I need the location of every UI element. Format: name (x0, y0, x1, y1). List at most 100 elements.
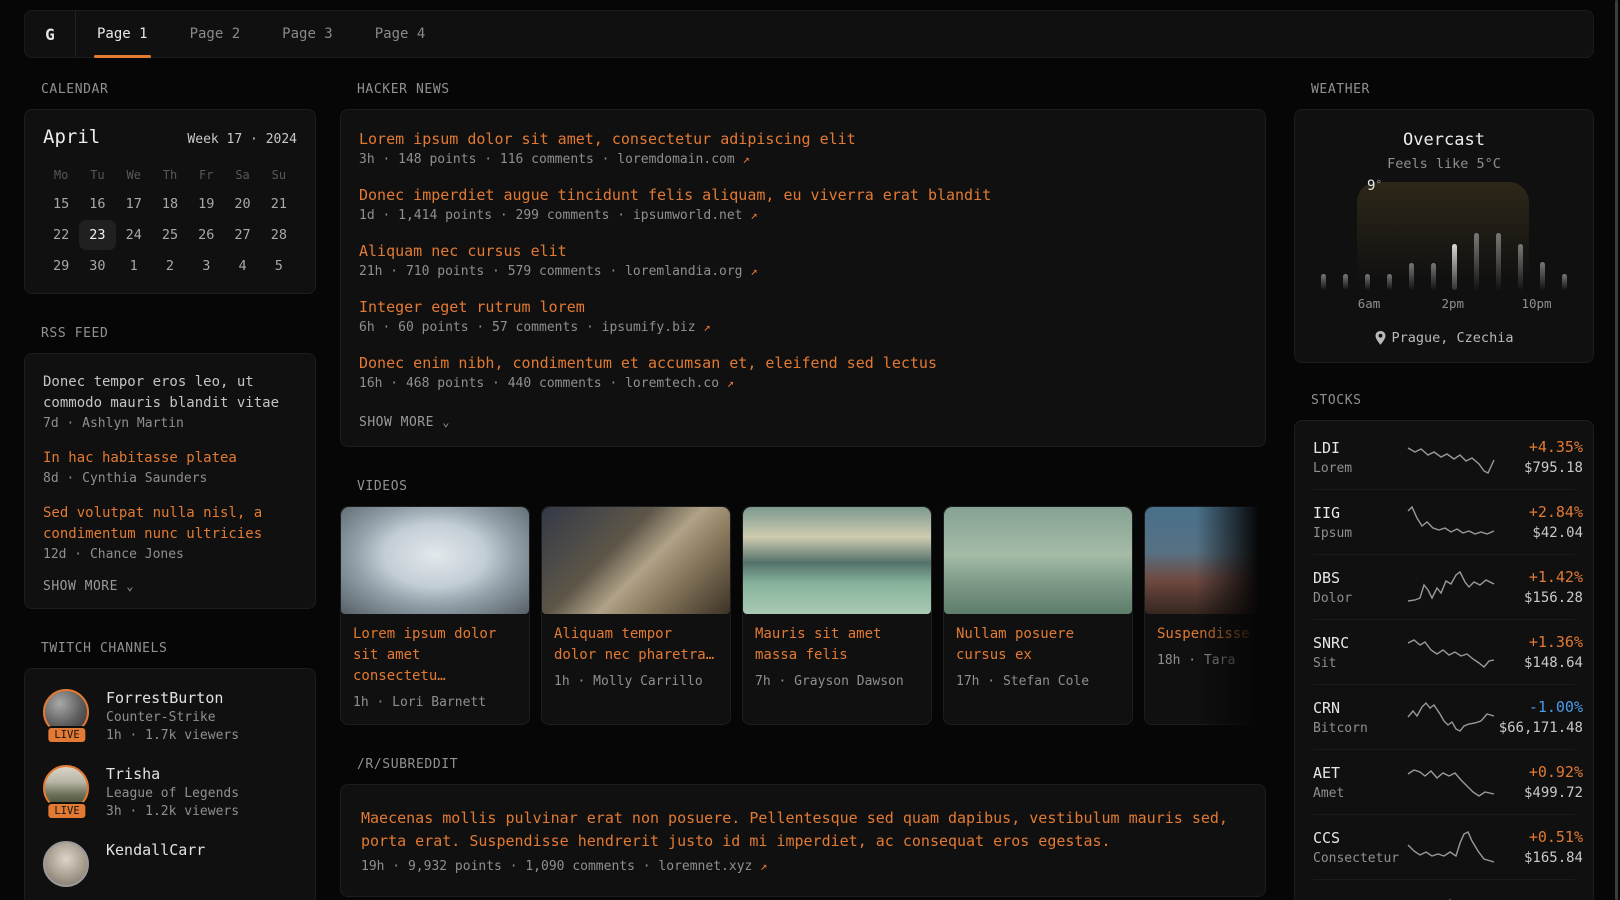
left-column: CALENDAR April Week 17 · 2024 Mo Tu We T… (24, 82, 316, 900)
hn-item-meta: 21h · 710 points · 579 comments · loreml… (359, 264, 1247, 279)
stock-name: Bitcorn (1313, 721, 1405, 736)
rss-item-title[interactable]: In hac habitasse platea (43, 448, 297, 469)
stock-change: +2.84% (1497, 503, 1583, 521)
rss-show-more-button[interactable]: SHOW MORE ⌄ (43, 579, 297, 594)
external-link-icon[interactable]: ↗ (703, 320, 710, 334)
calendar-day: 21 (261, 189, 297, 219)
middle-column: HACKER NEWS Lorem ipsum dolor sit amet, … (340, 82, 1266, 900)
rss-feed-widget: RSS FEED Donec tempor eros leo, ut commo… (24, 326, 316, 609)
calendar-day: 30 (79, 251, 115, 281)
stock-price: $148.64 (1497, 655, 1583, 671)
rss-item-title[interactable]: Sed volutpat nulla nisl, a condimentum n… (43, 503, 297, 545)
temp-bar (1321, 274, 1326, 290)
stock-row[interactable]: IIG Ipsum +2.84% $42.04 (1313, 489, 1575, 554)
top-navigation-bar: G Page 1 Page 2 Page 3 Page 4 (24, 10, 1594, 58)
tab-label: Page 2 (190, 26, 241, 42)
calendar-day: 1 (116, 251, 152, 281)
app-logo[interactable]: G (25, 11, 75, 57)
external-link-icon[interactable]: ↗ (760, 859, 767, 873)
calendar-day: 4 (224, 251, 260, 281)
hn-item-title[interactable]: Donec enim nibh, condimentum et accumsan… (359, 354, 1247, 372)
hn-show-more-button[interactable]: SHOW MORE ⌄ (359, 415, 1247, 430)
active-tab-underline (94, 55, 151, 58)
channel-name: ForrestBurton (106, 689, 239, 707)
weekday-header: Tu (79, 162, 115, 188)
hour-label: 6am (1358, 296, 1381, 311)
video-card[interactable]: Aliquam tempor dolor nec pharetra… 1h · … (541, 506, 731, 725)
stock-row[interactable]: DBS Dolor +1.42% $156.28 (1313, 554, 1575, 619)
live-badge: LIVE (46, 802, 87, 820)
weather-condition: Overcast (1313, 130, 1575, 150)
stock-row[interactable]: SNRC Sit +1.36% $148.64 (1313, 619, 1575, 684)
hn-item-domain[interactable]: loremlandia.org (625, 264, 742, 279)
temp-bar (1540, 262, 1545, 290)
twitch-channel-row[interactable]: LIVE ForrestBurton Counter-Strike 1h · 1… (43, 689, 297, 743)
stock-row[interactable]: AHS +0.46% (1313, 879, 1575, 900)
weather-hourly-chart: 9° (1319, 194, 1569, 290)
stock-change: +0.92% (1497, 763, 1583, 781)
calendar-widget: CALENDAR April Week 17 · 2024 Mo Tu We T… (24, 82, 316, 294)
calendar-day: 16 (79, 189, 115, 219)
external-link-icon[interactable]: ↗ (750, 208, 757, 222)
stock-name: Sit (1313, 656, 1405, 671)
tab-page-2[interactable]: Page 2 (169, 11, 262, 57)
stock-change: +1.36% (1497, 633, 1583, 651)
hour-label: 10pm (1521, 296, 1551, 311)
hn-item-title[interactable]: Donec imperdiet augue tincidunt felis al… (359, 186, 1247, 204)
weekday-header: Su (261, 162, 297, 188)
location-text: Prague, Czechia (1392, 330, 1514, 346)
external-link-icon[interactable]: ↗ (743, 152, 750, 166)
stock-price: $156.28 (1497, 590, 1583, 606)
hn-item-domain[interactable]: loremdomain.com (617, 152, 734, 167)
hn-item: Lorem ipsum dolor sit amet, consectetur … (359, 130, 1247, 167)
weather-feels-like: Feels like 5°C (1313, 156, 1575, 172)
stock-change: -1.00% (1497, 698, 1583, 716)
external-link-icon[interactable]: ↗ (727, 376, 734, 390)
stock-row[interactable]: AET Amet +0.92% $499.72 (1313, 749, 1575, 814)
channel-viewers: 1h · 1.7k viewers (106, 728, 239, 743)
calendar-day: 5 (261, 251, 297, 281)
hn-item-title[interactable]: Lorem ipsum dolor sit amet, consectetur … (359, 130, 1247, 148)
twitch-card: LIVE ForrestBurton Counter-Strike 1h · 1… (24, 668, 316, 900)
hn-item-meta: 16h · 468 points · 440 comments · loremt… (359, 376, 1247, 391)
tab-page-4[interactable]: Page 4 (354, 11, 447, 57)
weekday-header: Fr (188, 162, 224, 188)
tab-page-3[interactable]: Page 3 (261, 11, 354, 57)
stock-row[interactable]: CCS Consectetur +0.51% $165.84 (1313, 814, 1575, 879)
hn-item-domain[interactable]: ipsumify.biz (602, 320, 696, 335)
hn-item-domain[interactable]: ipsumworld.net (633, 208, 743, 223)
hn-item-title[interactable]: Integer eget rutrum lorem (359, 298, 1247, 316)
stocks-widget: STOCKS LDI Lorem +4.35% $795.18 (1294, 393, 1594, 900)
hn-item-title[interactable]: Aliquam nec cursus elit (359, 242, 1247, 260)
video-card[interactable]: Mauris sit amet massa felis 7h · Grayson… (742, 506, 932, 725)
calendar-day: 15 (43, 189, 79, 219)
avatar (43, 841, 89, 887)
hn-item-domain[interactable]: loremtech.co (625, 376, 719, 391)
external-link-icon[interactable]: ↗ (750, 264, 757, 278)
stock-name: Consectetur (1313, 851, 1405, 866)
stock-row[interactable]: LDI Lorem +4.35% $795.18 (1313, 425, 1575, 489)
stock-sparkline (1405, 503, 1497, 541)
video-thumbnail (944, 507, 1132, 614)
calendar-week-year: Week 17 · 2024 (187, 132, 297, 147)
weather-widget: WEATHER Overcast Feels like 5°C 9° (1294, 82, 1594, 363)
calendar-day: 17 (116, 189, 152, 219)
twitch-channel-row[interactable]: KendallCarr (43, 841, 297, 889)
calendar-day: 29 (43, 251, 79, 281)
reddit-post-title[interactable]: Maecenas mollis pulvinar erat non posuer… (361, 807, 1245, 854)
stock-sparkline (1405, 828, 1497, 866)
twitch-channel-row[interactable]: LIVE Trisha League of Legends 3h · 1.2k … (43, 765, 297, 819)
hn-item: Integer eget rutrum lorem 6h · 60 points… (359, 298, 1247, 335)
stock-row[interactable]: CRN Bitcorn -1.00% $66,171.48 (1313, 684, 1575, 749)
stock-symbol: SNRC (1313, 634, 1405, 652)
video-card[interactable]: Suspendisse diam 18h · Tara (1144, 506, 1266, 725)
tab-page-1[interactable]: Page 1 (76, 11, 169, 57)
reddit-post-domain[interactable]: loremnet.xyz (658, 859, 752, 874)
temperature-bars (1319, 194, 1569, 290)
vertical-scrollbar[interactable] (1615, 0, 1618, 900)
stock-name: Lorem (1313, 461, 1405, 476)
video-card[interactable]: Nullam posuere cursus ex 17h · Stefan Co… (943, 506, 1133, 725)
rss-item-title[interactable]: Donec tempor eros leo, ut commodo mauris… (43, 372, 297, 414)
page-tabs: Page 1 Page 2 Page 3 Page 4 (76, 11, 446, 57)
video-card[interactable]: Lorem ipsum dolor sit amet consectetu… 1… (340, 506, 530, 725)
